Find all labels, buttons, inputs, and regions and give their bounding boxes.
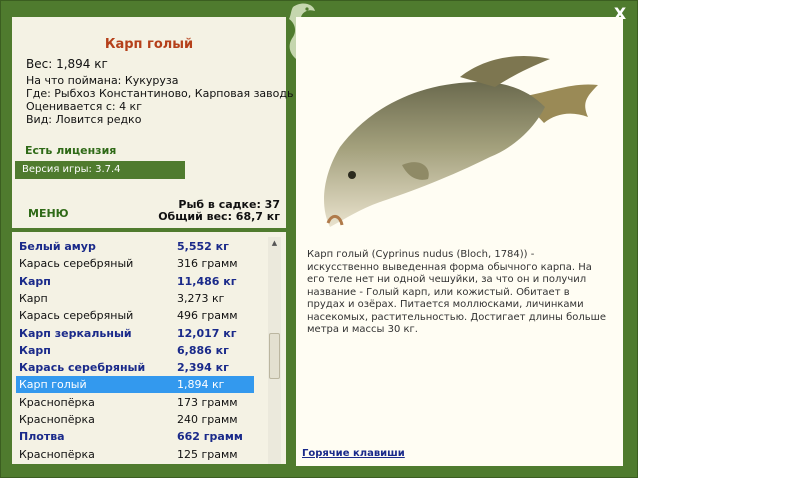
fish-weight-value: 240 грамм <box>177 413 238 426</box>
fish-place: Где: Рыбхоз Константиново, Карповая заво… <box>26 87 294 100</box>
scrollbar[interactable]: ▲ <box>268 237 281 464</box>
fish-description: Карп голый (Cyprinus nudus (Bloch, 1784)… <box>307 249 606 335</box>
list-item[interactable]: Карп голый 1,894 кг <box>16 376 254 394</box>
catch-stats: Рыб в садке: 37 Общий вес: 68,7 кг <box>158 199 280 223</box>
fish-name: Карп <box>19 291 48 305</box>
license-status: Есть лицензия <box>25 144 117 157</box>
fish-weight-value: 6,886 кг <box>177 343 229 357</box>
fish-title: Карп голый <box>104 37 194 52</box>
fish-weight: Вес: 1,894 кг <box>26 57 108 71</box>
scroll-thumb[interactable] <box>269 333 280 379</box>
list-item[interactable]: Краснопёрка 173 грамм <box>16 394 254 411</box>
fish-weight-value: 11,486 кг <box>177 274 237 288</box>
list-item[interactable]: Карась серебряный 496 грамм <box>16 307 254 324</box>
scroll-up-icon[interactable]: ▲ <box>268 237 281 250</box>
fish-name: Карп зеркальный <box>19 326 132 340</box>
total-weight: Общий вес: 68,7 кг <box>158 210 280 223</box>
game-window: X Карп голый Вес: 1,894 кг На что пойман… <box>0 0 638 478</box>
list-item[interactable]: Карась серебряный 316 грамм <box>16 255 254 272</box>
fish-weight-value: 173 грамм <box>177 395 238 409</box>
hotkeys-link[interactable]: Горячие клавиши <box>302 448 405 459</box>
menu-button[interactable]: МЕНЮ <box>28 207 69 220</box>
fish-weight-value: 125 грамм <box>177 447 238 461</box>
fish-weight-value: 5,552 кг <box>177 240 229 253</box>
fish-info-panel: Карп голый Вес: 1,894 кг На что поймана:… <box>12 17 293 228</box>
fish-name: Карп <box>19 343 51 357</box>
fish-name: Карась серебряный <box>19 309 134 323</box>
fish-name: Краснопёрка <box>19 413 95 426</box>
fish-name: Карп голый <box>19 378 87 392</box>
fish-name: Краснопёрка <box>19 447 95 461</box>
list-item[interactable]: Плотва 662 грамм <box>16 428 254 445</box>
fish-weight-value: 1,894 кг <box>177 378 225 392</box>
list-item[interactable]: Краснопёрка 125 грамм <box>16 446 254 463</box>
list-item[interactable]: Краснопёрка 240 грамм <box>16 411 254 428</box>
fish-name: Карась серебряный <box>19 361 146 375</box>
list-item[interactable]: Карп 11,486 кг <box>16 273 254 290</box>
fish-weight-value: 3,273 кг <box>177 291 225 305</box>
list-item[interactable]: Карп зеркальный 12,017 кг <box>16 325 254 342</box>
fish-weight-value: 316 грамм <box>177 257 238 271</box>
fish-detail-panel: Карп голый (Cyprinus nudus (Bloch, 1784)… <box>296 17 623 466</box>
list-item[interactable]: Карась серебряный 2,394 кг <box>16 359 254 376</box>
fish-weight-value: 12,017 кг <box>177 326 237 340</box>
fish-weight-value: 662 грамм <box>177 430 243 444</box>
fish-name: Плотва <box>19 430 65 444</box>
fish-weight-value: 496 грамм <box>177 309 238 323</box>
game-version: Версия игры: 3.7.4 <box>15 161 185 179</box>
list-item[interactable]: Белый амур 5,552 кг <box>16 238 254 255</box>
carp-image <box>324 56 598 227</box>
list-item[interactable]: Карп 6,886 кг <box>16 342 254 359</box>
fish-name: Карась серебряный <box>19 257 134 271</box>
fish-name: Краснопёрка <box>19 395 95 409</box>
catch-list[interactable]: Белый амур 5,552 кг Карась серебряный 316 г… <box>12 232 286 464</box>
fish-bait: На что поймана: Кукуруза <box>26 74 179 87</box>
fish-kind: Вид: Ловится редко <box>26 113 142 126</box>
fish-name: Белый амур <box>19 240 96 253</box>
fish-rating: Оценивается с: 4 кг <box>26 100 142 113</box>
list-item[interactable]: Карп 3,273 кг <box>16 290 254 307</box>
fish-weight-value: 2,394 кг <box>177 361 229 375</box>
fish-name: Карп <box>19 274 51 288</box>
